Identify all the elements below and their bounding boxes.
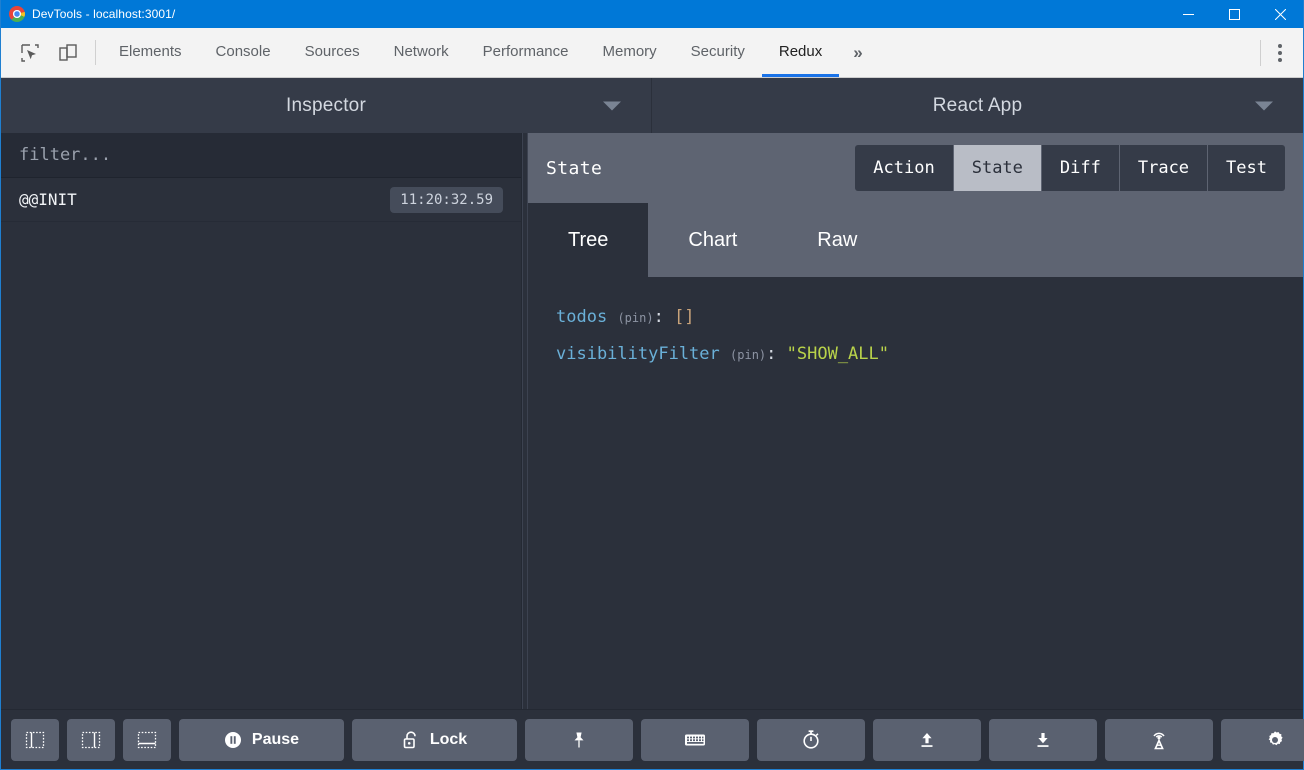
title-bar-left: DevTools - localhost:3001/ xyxy=(1,6,1165,22)
close-button[interactable] xyxy=(1257,0,1303,28)
chrome-logo-icon xyxy=(9,6,25,22)
tree-colon: : xyxy=(766,344,776,364)
tree-pin-label[interactable]: (pin) xyxy=(730,348,766,362)
gear-icon xyxy=(1265,730,1285,750)
pause-label: Pause xyxy=(252,731,299,749)
view-tab-tree[interactable]: Tree xyxy=(528,203,648,277)
tab-elements[interactable]: Elements xyxy=(102,28,199,77)
toolbar-divider xyxy=(95,40,96,65)
action-timestamp: 11:20:32.59 xyxy=(390,187,503,213)
window-controls xyxy=(1165,0,1303,28)
tree-colon: : xyxy=(654,307,664,327)
devtools-tabs: Elements Console Sources Network Perform… xyxy=(102,28,1258,77)
redux-selectors: Inspector React App xyxy=(1,78,1303,133)
chevron-down-icon xyxy=(1255,101,1273,110)
export-button[interactable] xyxy=(989,719,1097,761)
state-monitor-bar: State Action State Diff Trace Test xyxy=(528,133,1303,203)
upload-icon xyxy=(917,730,937,750)
toggle-device-toolbar-icon[interactable] xyxy=(51,36,85,70)
tree-pin-label[interactable]: (pin) xyxy=(617,311,653,325)
tab-memory[interactable]: Memory xyxy=(586,28,674,77)
tab-sources[interactable]: Sources xyxy=(288,28,377,77)
more-tabs-icon[interactable]: » xyxy=(839,28,876,77)
inspector-selector[interactable]: Inspector xyxy=(1,78,652,133)
tab-redux[interactable]: Redux xyxy=(762,28,839,77)
action-list: @@INIT 11:20:32.59 xyxy=(1,178,521,709)
dock-left-icon xyxy=(25,730,45,750)
monitor-tab-test[interactable]: Test xyxy=(1208,145,1285,191)
remote-button[interactable] xyxy=(1105,719,1213,761)
pin-icon xyxy=(569,730,589,750)
monitor-tab-diff[interactable]: Diff xyxy=(1042,145,1120,191)
tree-row[interactable]: visibilityFilter (pin): "SHOW_ALL" xyxy=(556,336,1275,373)
title-bar: DevTools - localhost:3001/ xyxy=(1,0,1303,28)
redux-panel: Inspector React App @@INIT 11:20:32.59 xyxy=(1,78,1303,769)
lock-button[interactable]: Lock xyxy=(352,719,517,761)
pause-icon xyxy=(224,731,242,749)
redux-panes: @@INIT 11:20:32.59 State Action State Di… xyxy=(1,133,1303,709)
action-name: @@INIT xyxy=(19,190,390,209)
dock-right-button[interactable] xyxy=(67,719,115,761)
keyboard-button[interactable] xyxy=(641,719,749,761)
tree-value: "SHOW_ALL" xyxy=(787,344,889,364)
import-button[interactable] xyxy=(873,719,981,761)
dock-bottom-button[interactable] xyxy=(123,719,171,761)
window-title: DevTools - localhost:3001/ xyxy=(32,7,175,21)
monitor-tab-group: Action State Diff Trace Test xyxy=(855,145,1285,191)
minimize-button[interactable] xyxy=(1165,0,1211,28)
tab-network[interactable]: Network xyxy=(377,28,466,77)
state-tree: todos (pin): [] visibilityFilter (pin): … xyxy=(528,277,1303,709)
devtools-tab-bar: Elements Console Sources Network Perform… xyxy=(1,28,1303,78)
pause-button[interactable]: Pause xyxy=(179,719,344,761)
tab-security[interactable]: Security xyxy=(674,28,762,77)
devtools-window: DevTools - localhost:3001/ xyxy=(0,0,1304,770)
redux-bottom-toolbar: Pause Lock xyxy=(1,709,1303,769)
state-monitor-pane: State Action State Diff Trace Test Tree … xyxy=(528,133,1303,709)
tree-key: visibilityFilter xyxy=(556,344,720,364)
monitor-tab-trace[interactable]: Trace xyxy=(1120,145,1208,191)
maximize-button[interactable] xyxy=(1211,0,1257,28)
pin-button[interactable] xyxy=(525,719,633,761)
dock-bottom-icon xyxy=(137,730,157,750)
tab-performance[interactable]: Performance xyxy=(466,28,586,77)
tab-console[interactable]: Console xyxy=(199,28,288,77)
keyboard-icon xyxy=(684,731,706,749)
tree-key: todos xyxy=(556,307,607,327)
inspect-element-icon[interactable] xyxy=(13,36,47,70)
kebab-menu-icon[interactable] xyxy=(1263,28,1297,78)
devtools-tool-icons xyxy=(1,28,93,77)
view-tab-chart[interactable]: Chart xyxy=(648,203,777,277)
action-list-pane: @@INIT 11:20:32.59 xyxy=(1,133,522,709)
instance-selector[interactable]: React App xyxy=(652,78,1303,133)
lock-label: Lock xyxy=(430,731,467,749)
broadcast-icon xyxy=(1147,729,1171,751)
tree-row[interactable]: todos (pin): [] xyxy=(556,299,1275,336)
dock-left-button[interactable] xyxy=(11,719,59,761)
lock-open-icon xyxy=(402,730,420,750)
filter-row xyxy=(1,133,521,178)
stopwatch-icon xyxy=(801,729,821,750)
dock-right-icon xyxy=(81,730,101,750)
devtools-tab-bar-right xyxy=(1258,28,1303,77)
filter-input[interactable] xyxy=(1,133,521,177)
list-item[interactable]: @@INIT 11:20:32.59 xyxy=(1,178,521,222)
monitor-tab-state[interactable]: State xyxy=(954,145,1042,191)
tree-value: [] xyxy=(674,307,694,327)
chevron-down-icon xyxy=(603,101,621,110)
monitor-tab-action[interactable]: Action xyxy=(855,145,953,191)
download-icon xyxy=(1033,730,1053,750)
state-title: State xyxy=(546,158,602,179)
instance-selector-label: React App xyxy=(933,95,1022,117)
timer-button[interactable] xyxy=(757,719,865,761)
settings-button[interactable] xyxy=(1221,719,1304,761)
inspector-selector-label: Inspector xyxy=(286,95,366,117)
view-tab-bar: Tree Chart Raw xyxy=(528,203,1303,277)
view-tab-raw[interactable]: Raw xyxy=(777,203,897,277)
tabbar-divider xyxy=(1260,40,1261,66)
